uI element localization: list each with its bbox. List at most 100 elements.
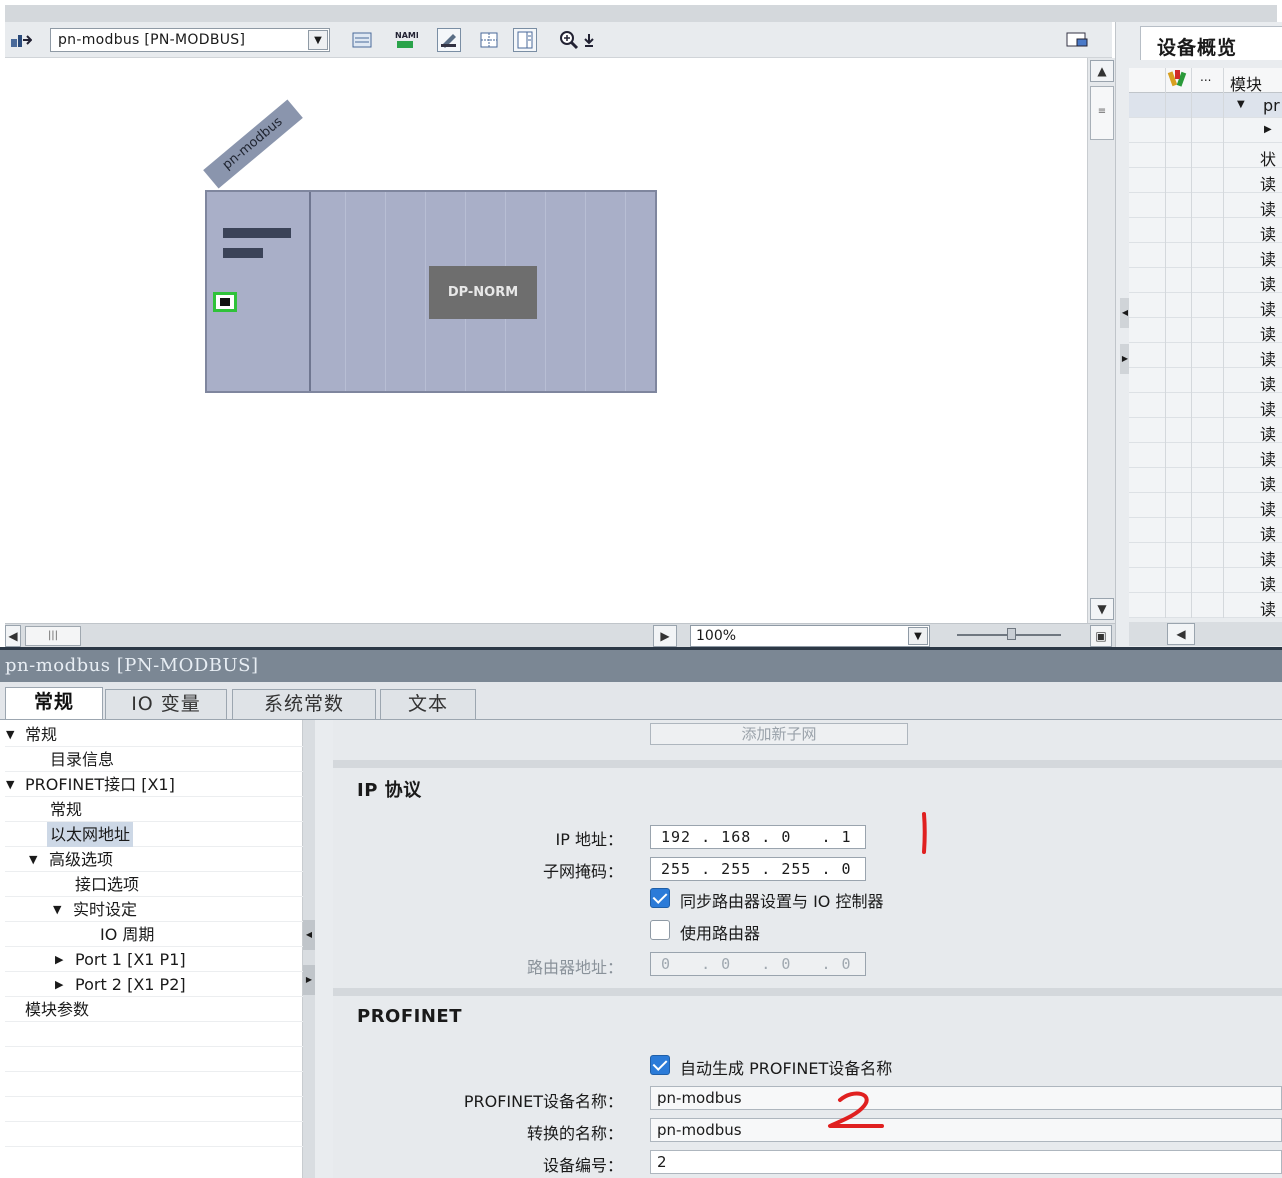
nav-item-general[interactable]: ▼ 常规 bbox=[5, 722, 303, 747]
device-canvas[interactable]: pn-modbus DP-NORM bbox=[5, 58, 1087, 623]
overview-horizontal-scrollbar[interactable]: ◀ bbox=[1129, 622, 1282, 646]
dp-norm-module[interactable]: DP-NORM bbox=[429, 266, 537, 319]
nav-tree-scrollbar[interactable]: ◀ ▶ bbox=[303, 720, 315, 1178]
overview-row[interactable]: 状 bbox=[1129, 143, 1282, 169]
column-module[interactable]: 模块 bbox=[1230, 71, 1262, 95]
sync-router-checkbox[interactable] bbox=[650, 888, 670, 908]
overview-row[interactable]: 读 bbox=[1129, 243, 1282, 269]
tab-texts[interactable]: 文本 bbox=[380, 689, 476, 719]
collapsed-triangle-icon[interactable]: ▶ bbox=[55, 947, 63, 972]
router-address-field[interactable]: 0 . 0 . 0 . 0 bbox=[650, 952, 866, 976]
overview-row[interactable]: 读 bbox=[1129, 343, 1282, 369]
nav-item-realtime-settings[interactable]: ▼ 实时设定 bbox=[5, 897, 303, 922]
scroll-thumb[interactable]: ||| bbox=[25, 626, 81, 646]
tab-system-constants[interactable]: 系统常数 bbox=[232, 689, 376, 719]
head-module[interactable] bbox=[207, 192, 311, 391]
ethernet-port-icon[interactable] bbox=[213, 292, 237, 312]
overview-row-label: pr bbox=[1263, 96, 1280, 115]
station-tag[interactable]: pn-modbus bbox=[203, 99, 303, 189]
canvas-vertical-scrollbar[interactable]: ▲ ≡ ▼ bbox=[1087, 58, 1115, 623]
tab-io-tags[interactable]: IO 变量 bbox=[105, 689, 227, 719]
slot-divider bbox=[585, 192, 586, 391]
scroll-up-icon[interactable]: ▲ bbox=[1090, 60, 1114, 82]
chevron-down-icon[interactable] bbox=[581, 28, 597, 52]
use-router-label: 使用路由器 bbox=[680, 924, 761, 943]
collapsed-triangle-icon[interactable]: ▶ bbox=[1264, 124, 1272, 135]
overview-row[interactable]: 读 bbox=[1129, 218, 1282, 244]
zoom-select[interactable]: 100% ▼ bbox=[690, 625, 930, 647]
panel-icon[interactable] bbox=[513, 28, 537, 52]
expanded-triangle-icon[interactable]: ▼ bbox=[6, 722, 14, 747]
chevron-down-icon[interactable]: ▼ bbox=[308, 30, 328, 50]
grid-icon[interactable] bbox=[477, 28, 501, 52]
canvas-horizontal-scrollbar[interactable]: ◀ ||| ▶ 100% ▼ ▣ bbox=[5, 623, 1115, 647]
zoom-slider[interactable] bbox=[957, 628, 1061, 640]
overview-row[interactable]: 读 bbox=[1129, 393, 1282, 419]
auto-generate-name-checkbox[interactable] bbox=[650, 1055, 670, 1075]
expand-right-icon[interactable]: ▶ bbox=[303, 965, 315, 995]
nav-item-profinet-interface[interactable]: ▼ PROFINET接口 [X1] bbox=[5, 772, 303, 797]
nav-item-port-2[interactable]: ▶ Port 2 [X1 P2] bbox=[5, 972, 303, 997]
zoom-slider-knob[interactable] bbox=[1007, 628, 1016, 640]
chevron-down-icon[interactable]: ▼ bbox=[908, 627, 928, 645]
overview-row[interactable]: 读 bbox=[1129, 543, 1282, 569]
collapsed-triangle-icon[interactable]: ▶ bbox=[55, 972, 63, 997]
nav-item-catalog-info[interactable]: 目录信息 bbox=[5, 747, 303, 772]
nav-item-io-cycle[interactable]: IO 周期 bbox=[5, 922, 303, 947]
overview-row[interactable]: 读 bbox=[1129, 518, 1282, 544]
overview-row[interactable]: 读 bbox=[1129, 293, 1282, 319]
overview-row-label: 读 bbox=[1260, 200, 1277, 219]
column-ellipsis: ... bbox=[1200, 70, 1212, 84]
profinet-device-name-field[interactable]: pn-modbus bbox=[650, 1086, 1282, 1110]
name-icon[interactable]: NAME bbox=[394, 28, 418, 52]
overview-row[interactable]: ▶ bbox=[1129, 118, 1282, 143]
ip-address-field[interactable]: 192 . 168 . 0 . 1 bbox=[650, 825, 866, 849]
overview-row[interactable]: 读 bbox=[1129, 468, 1282, 494]
scroll-left-icon[interactable]: ◀ bbox=[5, 625, 21, 647]
use-router-checkbox[interactable] bbox=[650, 920, 670, 940]
device-number-field[interactable]: 2 bbox=[650, 1150, 1282, 1174]
nav-item-ethernet-addresses[interactable]: 以太网地址 bbox=[5, 822, 303, 847]
diagnostics-icon[interactable] bbox=[1166, 68, 1192, 93]
overview-row[interactable]: 读 bbox=[1129, 193, 1282, 219]
plug-icon[interactable] bbox=[437, 28, 461, 52]
overview-row[interactable]: 读 bbox=[1129, 418, 1282, 444]
overview-row[interactable]: 读 bbox=[1129, 443, 1282, 469]
overview-row[interactable]: 读 bbox=[1129, 318, 1282, 344]
add-new-subnet-button[interactable]: 添加新子网 bbox=[650, 723, 908, 745]
profinet-device-name-label: PROFINET设备名称： bbox=[463, 1092, 623, 1111]
expanded-triangle-icon[interactable]: ▼ bbox=[1237, 99, 1245, 110]
tab-general[interactable]: 常规 bbox=[5, 687, 103, 719]
expanded-triangle-icon[interactable]: ▼ bbox=[6, 772, 14, 797]
network-view-icon[interactable] bbox=[9, 28, 33, 52]
nav-item-interface-options[interactable]: 接口选项 bbox=[5, 872, 303, 897]
overview-tab[interactable]: 设备概览 bbox=[1140, 26, 1282, 60]
overview-row[interactable]: 读 bbox=[1129, 568, 1282, 594]
nav-item-module-parameters[interactable]: 模块参数 bbox=[5, 997, 303, 1022]
overview-row[interactable]: 读 bbox=[1129, 168, 1282, 194]
converted-name-field[interactable]: pn-modbus bbox=[650, 1118, 1282, 1142]
zoom-in-icon[interactable] bbox=[557, 28, 581, 52]
scroll-left-icon[interactable]: ◀ bbox=[1167, 623, 1195, 645]
nav-item-advanced-options[interactable]: ▼ 高级选项 bbox=[5, 847, 303, 872]
scroll-down-icon[interactable]: ▼ bbox=[1090, 598, 1114, 620]
scroll-right-icon[interactable]: ▶ bbox=[653, 625, 677, 647]
settings-icon[interactable] bbox=[1065, 28, 1089, 52]
device-select[interactable]: pn-modbus [PN-MODBUS] ▼ bbox=[50, 28, 330, 52]
expanded-triangle-icon[interactable]: ▼ bbox=[29, 847, 37, 872]
expanded-triangle-icon[interactable]: ▼ bbox=[53, 897, 61, 922]
overview-row-label: 读 bbox=[1260, 325, 1277, 344]
device-list-icon[interactable] bbox=[350, 28, 374, 52]
fit-view-icon[interactable]: ▣ bbox=[1090, 625, 1112, 647]
scroll-thumb[interactable]: ≡ bbox=[1090, 86, 1114, 140]
overview-row[interactable]: 读 bbox=[1129, 268, 1282, 294]
subnet-mask-field[interactable]: 255 . 255 . 255 . 0 bbox=[650, 857, 866, 881]
nav-item-interface-general[interactable]: 常规 bbox=[5, 797, 303, 822]
nav-item-port-1[interactable]: ▶ Port 1 [X1 P1] bbox=[5, 947, 303, 972]
device-rack[interactable]: DP-NORM bbox=[205, 190, 657, 393]
overview-row[interactable]: 读 bbox=[1129, 368, 1282, 394]
collapse-left-icon[interactable]: ◀ bbox=[303, 920, 315, 950]
overview-row[interactable]: 读 bbox=[1129, 593, 1282, 619]
overview-row[interactable]: ▼ pr bbox=[1129, 93, 1282, 118]
overview-row[interactable]: 读 bbox=[1129, 493, 1282, 519]
